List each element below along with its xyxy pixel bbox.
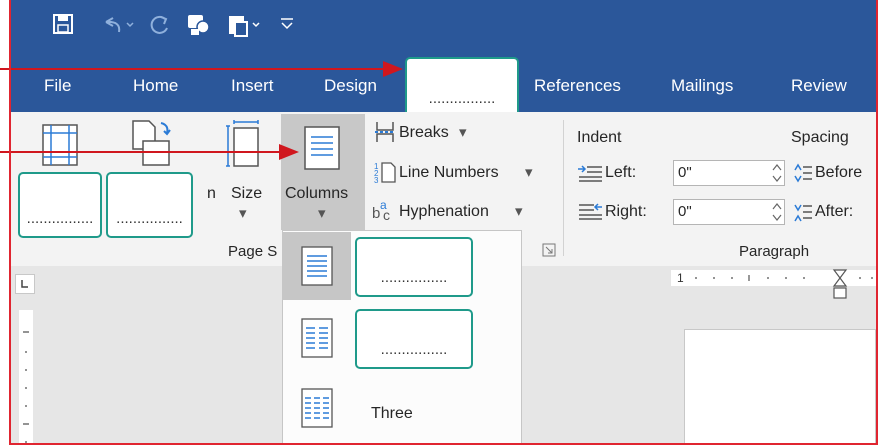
- touch-mode-icon[interactable]: [185, 11, 211, 37]
- indent-left-input[interactable]: 0": [673, 160, 785, 186]
- size-dropdown-icon[interactable]: ▾: [239, 204, 247, 224]
- columns-dropdown-icon: ▾: [318, 205, 326, 222]
- left-tab-icon: [21, 280, 28, 288]
- pointer-arrowhead-tab-icon: [383, 61, 403, 77]
- tab-insert[interactable]: Insert: [231, 76, 274, 96]
- two-columns-icon: [301, 318, 333, 358]
- columns-label: Columns: [285, 185, 349, 202]
- pointer-line-tab: [11, 68, 385, 70]
- indent-right-icon: [579, 203, 602, 220]
- size-button[interactable]: Size: [231, 184, 262, 204]
- spacing-after-label: After:: [815, 203, 854, 220]
- document-page[interactable]: [684, 329, 876, 443]
- orientation-label-partial: n: [207, 185, 216, 202]
- save-icon[interactable]: [52, 13, 74, 35]
- line-numbers-dropdown-icon[interactable]: ▾: [525, 163, 533, 183]
- ruler-number: 1: [677, 271, 684, 285]
- indent-marker-icon[interactable]: [832, 268, 848, 302]
- spacing-heading: Spacing: [791, 129, 849, 146]
- indent-right-label: Right:: [605, 203, 647, 220]
- one-column-icon: [301, 246, 333, 286]
- vertical-ruler-ticks-icon: [23, 331, 29, 443]
- spacing-before-icon: [794, 163, 812, 183]
- word-window: File Home Insert Design ................…: [9, 0, 878, 445]
- hyphenation-dropdown-icon[interactable]: ▾: [515, 202, 523, 222]
- line-numbers-icon: 1 2 3: [374, 162, 396, 184]
- spacing-before-label: Before: [815, 164, 863, 181]
- tab-references[interactable]: References: [534, 76, 621, 96]
- paste-icon[interactable]: [225, 12, 263, 38]
- svg-text:c: c: [383, 207, 390, 223]
- group-separator: [563, 120, 564, 256]
- dialog-launcher-icon[interactable]: [542, 243, 556, 257]
- menu-item-three[interactable]: Three: [371, 404, 413, 424]
- undo-icon[interactable]: [101, 15, 135, 35]
- hyphenation-icon: b a c: [372, 198, 390, 223]
- margins-icon[interactable]: [41, 123, 81, 167]
- menu-item-one-blank[interactable]: ................: [355, 237, 473, 297]
- tab-blank-layout[interactable]: ................: [405, 57, 519, 117]
- blank-label-orientation[interactable]: ................: [106, 172, 193, 238]
- indent-left-label: Left:: [605, 164, 637, 181]
- three-columns-icon: [301, 388, 333, 428]
- indent-left-spinner-icon[interactable]: [772, 162, 782, 184]
- breaks-dropdown-icon[interactable]: ▾: [459, 123, 467, 143]
- svg-text:3: 3: [374, 176, 379, 184]
- tab-home[interactable]: Home: [133, 76, 178, 96]
- hyphenation-button[interactable]: Hyphenation: [399, 202, 489, 222]
- orientation-icon[interactable]: [129, 117, 177, 173]
- columns-icon: [304, 126, 340, 170]
- tab-selector[interactable]: [15, 274, 35, 294]
- tab-mailings[interactable]: Mailings: [671, 76, 733, 96]
- indent-right-input[interactable]: 0": [673, 199, 785, 225]
- indent-heading: Indent: [577, 129, 622, 146]
- tab-file[interactable]: File: [44, 76, 71, 96]
- tab-design[interactable]: Design: [324, 76, 377, 96]
- pointer-line-columns: [11, 151, 281, 153]
- breaks-button[interactable]: Breaks: [399, 123, 449, 143]
- customize-icon[interactable]: [279, 15, 295, 31]
- breaks-icon: [375, 122, 395, 142]
- vertical-ruler: [19, 310, 33, 443]
- page-setup-group-label: Page S: [228, 243, 278, 260]
- blank-label-margins[interactable]: ................: [18, 172, 102, 238]
- pointer-arrowhead-columns-icon: [279, 144, 299, 160]
- screenshot-root: File Home Insert Design ................…: [0, 0, 887, 447]
- tab-review[interactable]: Review: [791, 76, 847, 96]
- line-numbers-button[interactable]: Line Numbers: [399, 163, 499, 183]
- size-icon[interactable]: [224, 118, 264, 170]
- indent-left-icon: [578, 165, 602, 182]
- menu-item-two-blank[interactable]: ................: [355, 309, 473, 369]
- indent-right-spinner-icon[interactable]: [772, 201, 782, 223]
- redo-icon[interactable]: [149, 14, 171, 36]
- quick-access-toolbar: [11, 0, 876, 50]
- spacing-after-icon: [794, 204, 812, 222]
- paragraph-group-label: Paragraph: [739, 243, 810, 260]
